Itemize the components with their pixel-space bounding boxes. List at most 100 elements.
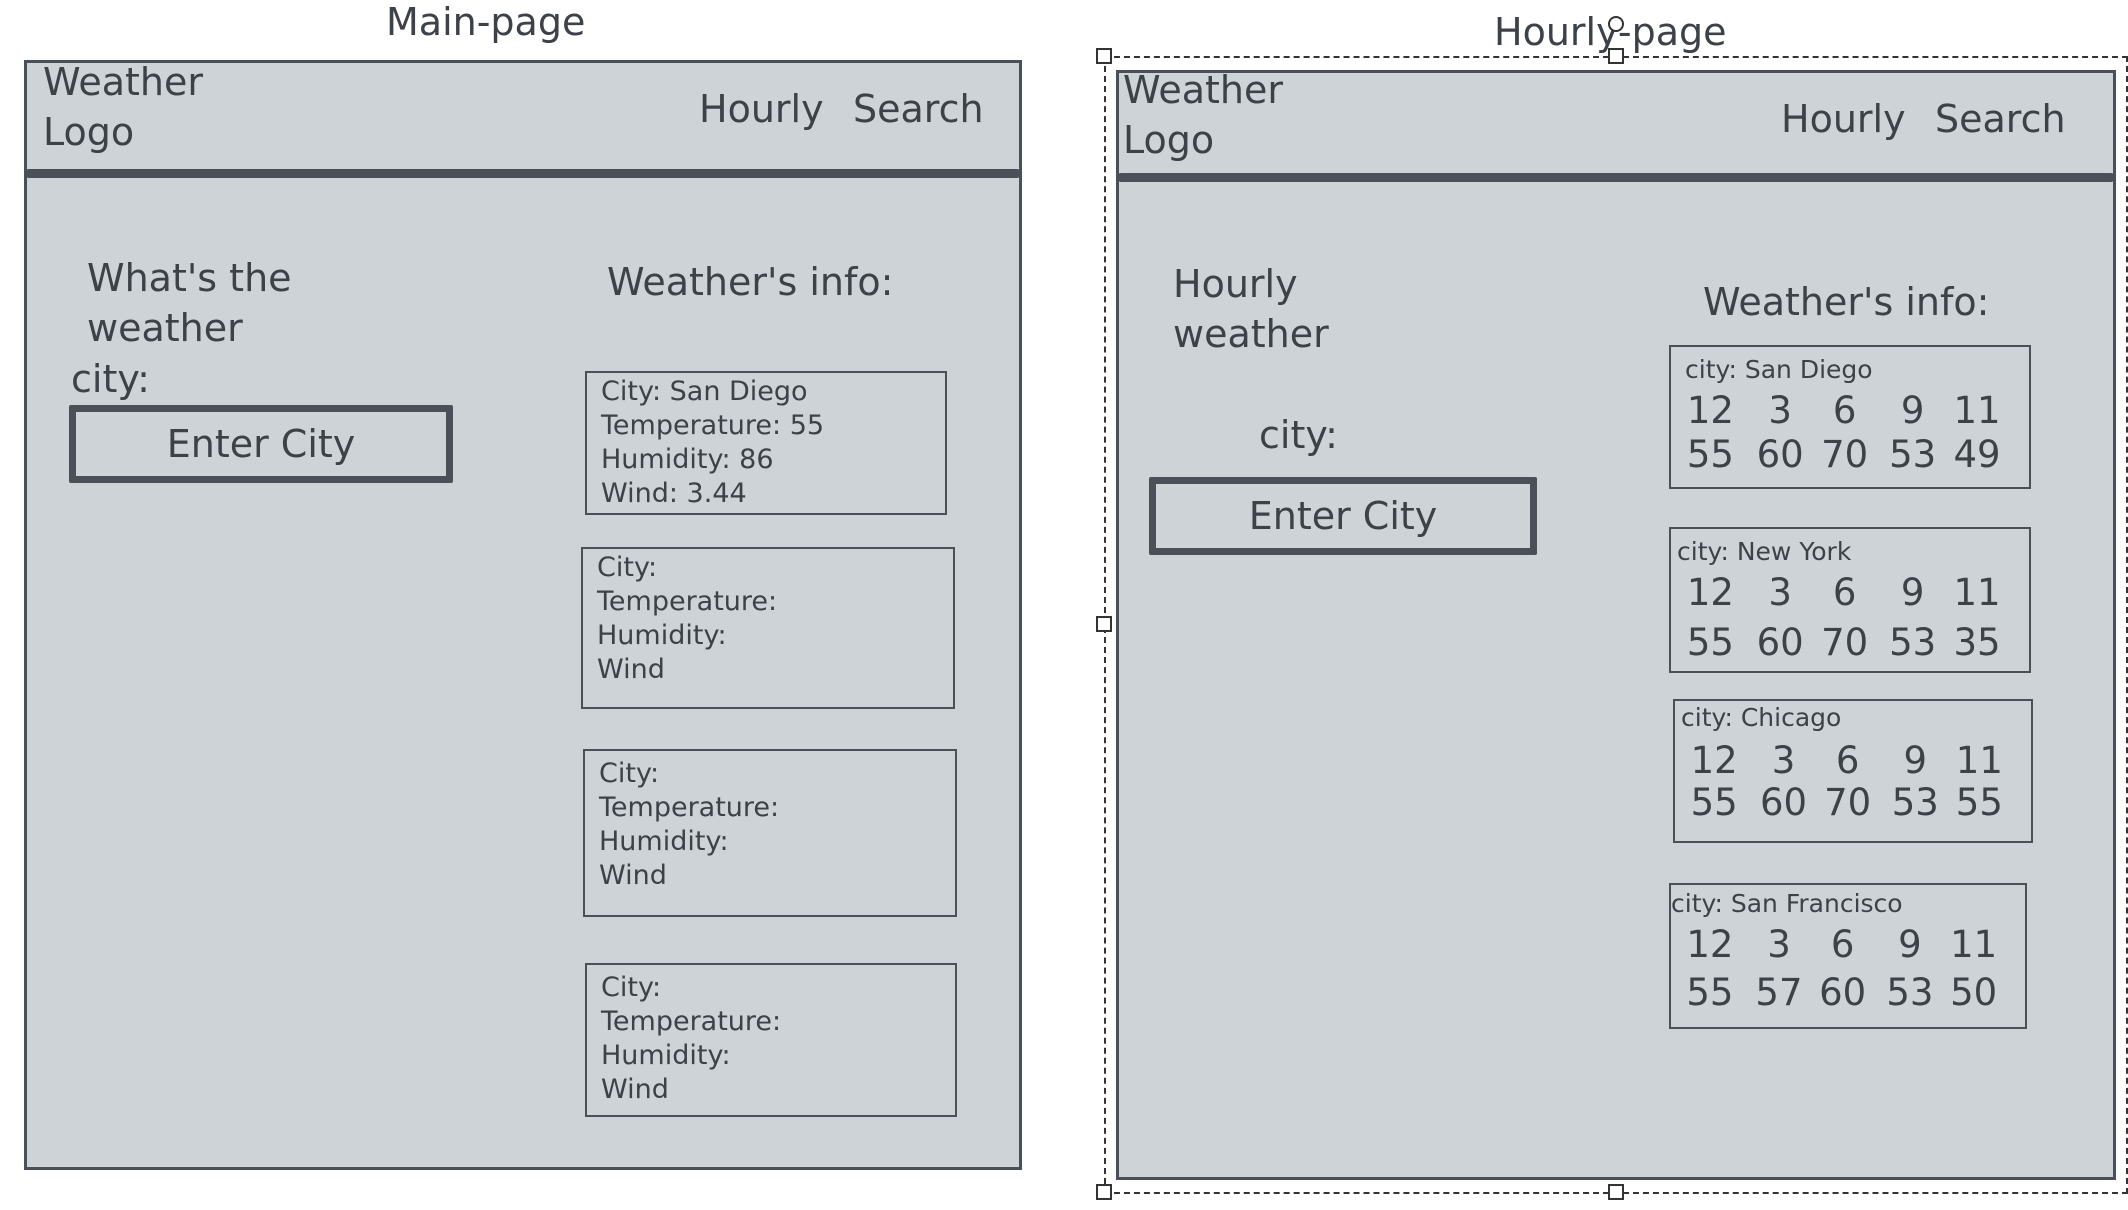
hour-value: 3: [1768, 571, 1792, 614]
weather-info-heading: Weather's info:: [607, 260, 894, 304]
card-wind: Wind: 3.44: [601, 478, 747, 509]
temp-value: 55: [1690, 781, 1738, 824]
main-page-title: Main-page: [386, 0, 586, 44]
hour-value: 9: [1900, 389, 1925, 432]
temp-value: 60: [1756, 621, 1804, 664]
hour-value: 6: [1832, 571, 1857, 614]
hour-value: 11: [1953, 389, 2001, 432]
hour-value: 12: [1686, 571, 1734, 614]
temp-value: 70: [1824, 781, 1872, 824]
temp-value: 50: [1950, 971, 1998, 1014]
hourly-card-city: city: New York: [1677, 537, 1852, 566]
navbar-divider: [1117, 173, 2115, 182]
card-wind: Wind: [597, 654, 665, 685]
rotate-handle[interactable]: [1608, 16, 1624, 32]
logo: Weather Logo: [43, 60, 203, 154]
temp-value: 55: [1686, 971, 1734, 1014]
weather-card: City: Temperature: Humidity: Wind: [585, 963, 957, 1117]
hour-value: 9: [1900, 571, 1925, 614]
hours-row: 12 3 6 9 11: [1671, 389, 2029, 432]
card-city: City:: [601, 972, 662, 1003]
nav-hourly-link[interactable]: Hourly: [1781, 97, 1906, 141]
city-label: city:: [1259, 413, 1338, 457]
hour-value: 6: [1830, 923, 1855, 966]
temp-value: 35: [1953, 621, 2001, 664]
weather-card: City: Temperature: Humidity: Wind: [581, 547, 955, 709]
enter-city-input[interactable]: Enter City: [1149, 477, 1537, 555]
hourly-card: city: New York 12 3 6 9 11 55 60 70 53 3…: [1669, 527, 2031, 673]
resize-handle-top-left[interactable]: [1096, 48, 1112, 64]
temps-row: 55 57 60 53 50: [1671, 971, 2025, 1014]
hourly-card: city: San Francisco 12 3 6 9 11 55 57 60…: [1669, 883, 2027, 1029]
card-humidity: Humidity:: [599, 826, 729, 857]
temp-value: 60: [1756, 433, 1804, 476]
temps-row: 55 60 70 53 35: [1671, 621, 2029, 664]
card-temperature: Temperature:: [599, 792, 780, 823]
card-wind: Wind: [601, 1074, 669, 1105]
hourly-card-city: city: Chicago: [1681, 703, 1842, 732]
hour-value: 12: [1690, 739, 1738, 782]
card-wind: Wind: [599, 860, 667, 891]
temp-value: 55: [1686, 433, 1734, 476]
nav-hourly-link[interactable]: Hourly: [699, 87, 824, 131]
card-city: City:: [597, 552, 658, 583]
hours-row: 12 3 6 9 11: [1675, 739, 2031, 782]
weather-info-heading: Weather's info:: [1703, 280, 1990, 324]
nav-search-link[interactable]: Search: [853, 87, 984, 131]
hour-value: 6: [1832, 389, 1857, 432]
temp-value: 60: [1760, 781, 1808, 824]
hour-value: 11: [1955, 739, 2003, 782]
weather-card: City: San Diego Temperature: 55 Humidity…: [585, 371, 947, 515]
temp-value: 53: [1889, 433, 1937, 476]
hourly-card: city: Chicago 12 3 6 9 11 55 60 70 53 55: [1673, 699, 2033, 843]
hourly-card-city: city: San Francisco: [1671, 889, 1903, 918]
hourly-page-frame: Weather Logo Hourly Search Hourly weathe…: [1116, 68, 2116, 1180]
temp-value: 55: [1955, 781, 2003, 824]
temp-value: 60: [1819, 971, 1867, 1014]
temp-value: 70: [1821, 433, 1869, 476]
main-page-frame: Weather Logo Hourly Search What's the we…: [24, 60, 1022, 1170]
logo: Weather Logo: [1123, 68, 1283, 162]
temp-value: 53: [1889, 621, 1937, 664]
hourly-card: city: San Diego 12 3 6 9 11 55 60 70 53 …: [1669, 345, 2031, 489]
hour-value: 9: [1898, 923, 1922, 966]
enter-city-input[interactable]: Enter City: [69, 405, 453, 483]
page-heading: Hourly weather: [1173, 262, 1329, 356]
city-label: city:: [71, 357, 150, 401]
temps-row: 55 60 70 53 55: [1675, 781, 2031, 824]
hour-value: 3: [1771, 739, 1796, 782]
card-city: City: San Diego: [601, 376, 808, 407]
resize-handle-bottom-left[interactable]: [1096, 1184, 1112, 1200]
hourly-card-city: city: San Diego: [1685, 355, 1873, 384]
navbar-divider: [25, 169, 1021, 178]
resize-handle-left[interactable]: [1096, 616, 1112, 632]
card-city: City:: [599, 758, 660, 789]
weather-card: City: Temperature: Humidity: Wind: [583, 749, 957, 917]
resize-handle-top[interactable]: [1608, 48, 1624, 64]
hour-value: 12: [1686, 923, 1734, 966]
card-humidity: Humidity: 86: [601, 444, 774, 475]
hour-value: 6: [1835, 739, 1860, 782]
hour-value: 3: [1768, 389, 1792, 432]
hour-value: 12: [1686, 389, 1734, 432]
hours-row: 12 3 6 9 11: [1671, 923, 2025, 966]
hour-value: 3: [1767, 923, 1791, 966]
card-humidity: Humidity:: [597, 620, 727, 651]
hours-row: 12 3 6 9 11: [1671, 571, 2029, 614]
nav-search-link[interactable]: Search: [1935, 97, 2066, 141]
temp-value: 49: [1953, 433, 2001, 476]
page-heading: What's the weather: [87, 256, 292, 350]
temp-value: 53: [1886, 971, 1934, 1014]
temp-value: 70: [1821, 621, 1869, 664]
card-temperature: Temperature: 55: [601, 410, 825, 441]
temp-value: 55: [1686, 621, 1734, 664]
card-temperature: Temperature:: [601, 1006, 782, 1037]
card-humidity: Humidity:: [601, 1040, 731, 1071]
hour-value: 11: [1953, 571, 2001, 614]
hour-value: 11: [1950, 923, 1998, 966]
hour-value: 9: [1903, 739, 1928, 782]
card-temperature: Temperature:: [597, 586, 778, 617]
temp-value: 57: [1755, 971, 1803, 1014]
temps-row: 55 60 70 53 49: [1671, 433, 2029, 476]
resize-handle-bottom[interactable]: [1608, 1184, 1624, 1200]
